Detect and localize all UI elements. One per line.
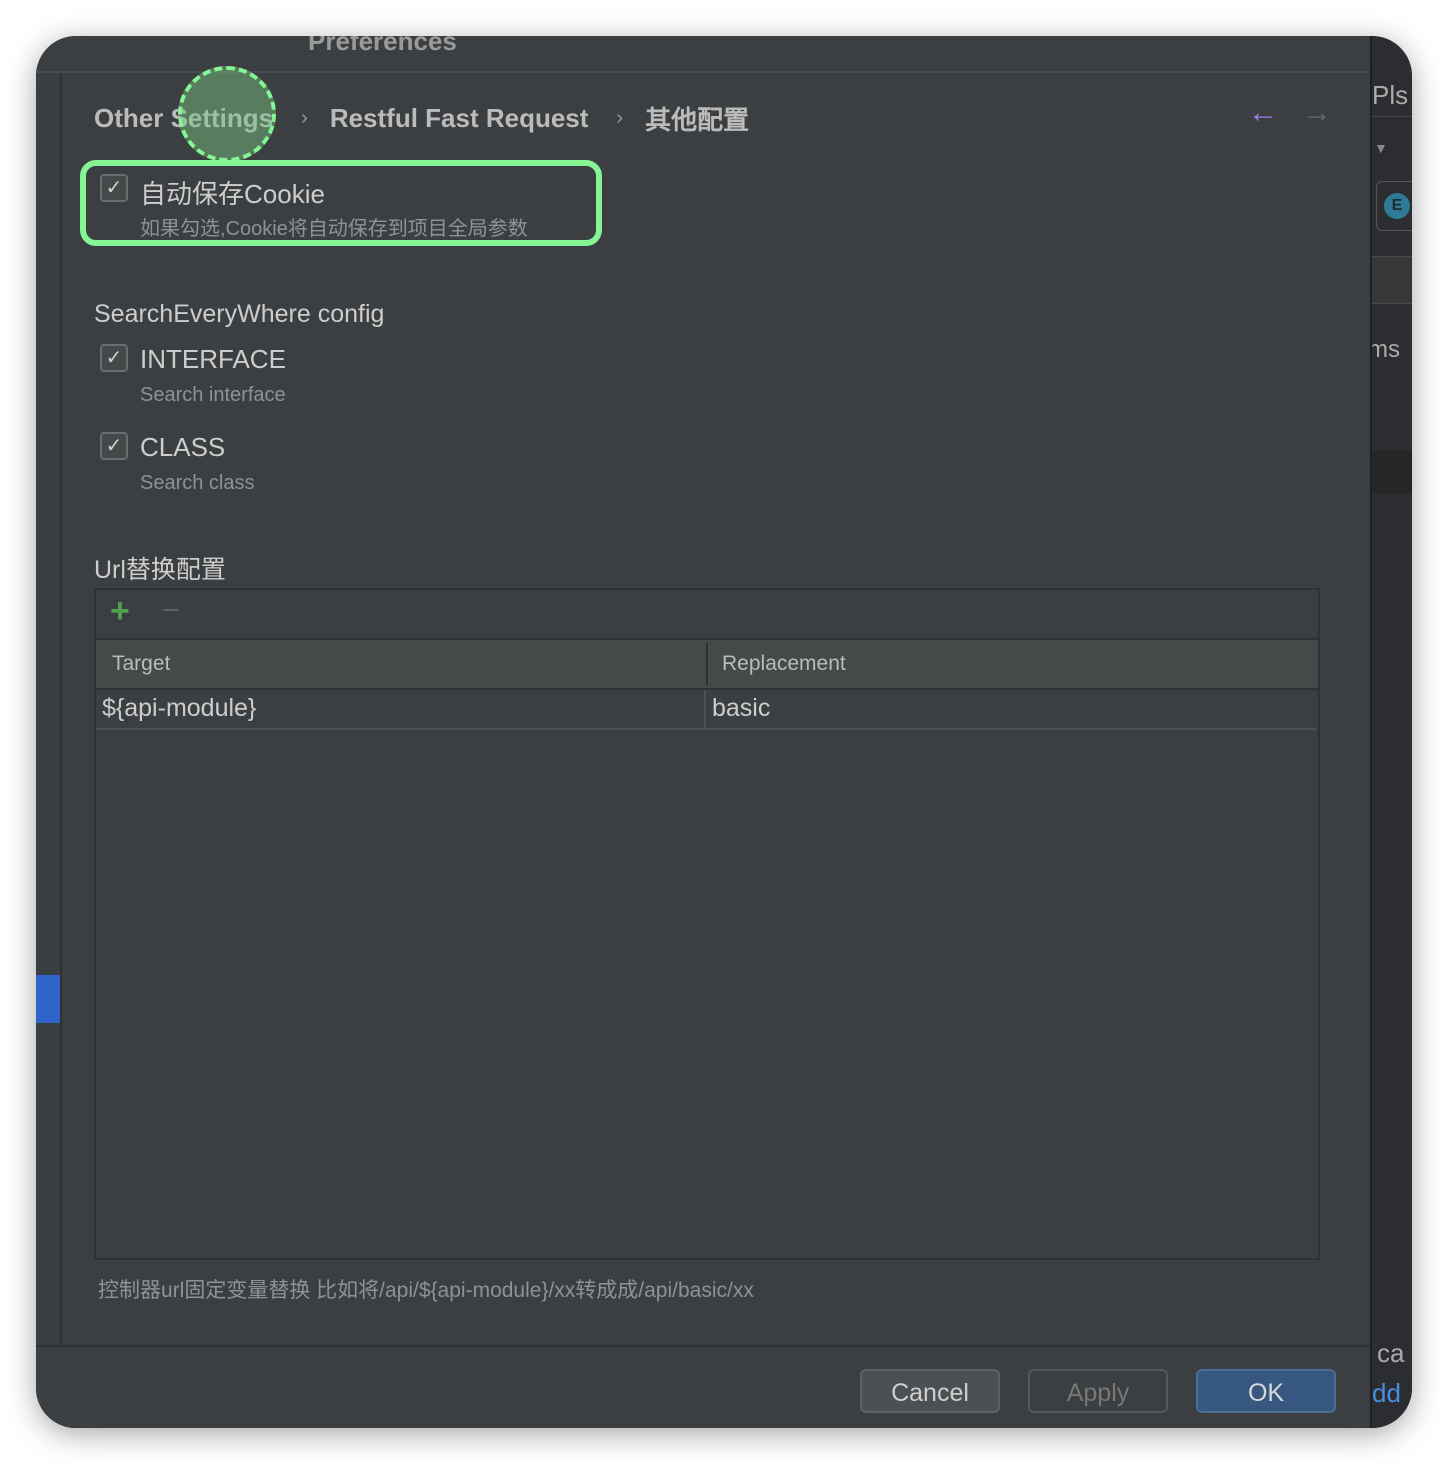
env-badge: E bbox=[1384, 193, 1410, 219]
url-replace-title: Url替换配置 bbox=[94, 556, 226, 584]
title-bar: Preferences bbox=[36, 36, 1370, 73]
interface-description: Search interface bbox=[140, 384, 286, 406]
url-replace-table: + − Target Replacement ${api-module} bas… bbox=[94, 588, 1320, 1260]
interface-label: INTERFACE bbox=[140, 344, 286, 374]
table-toolbar: + − bbox=[96, 590, 1318, 640]
bg-text-params: ms bbox=[1368, 336, 1400, 363]
class-description: Search class bbox=[140, 472, 255, 494]
arrow-left-icon[interactable]: ← bbox=[1248, 96, 1278, 130]
table-row[interactable]: ${api-module} basic bbox=[96, 690, 1316, 730]
dropdown-arrow-icon: ▼ bbox=[1374, 140, 1388, 156]
ok-button[interactable]: OK bbox=[1196, 1369, 1336, 1413]
class-checkbox[interactable]: ✓ bbox=[100, 432, 128, 460]
breadcrumb-item: 其他配置 bbox=[645, 105, 750, 135]
table-header: Target Replacement bbox=[96, 640, 1318, 690]
column-header-replacement[interactable]: Replacement bbox=[722, 652, 846, 676]
background-window: Pls ▼ E ms ca dd bbox=[1368, 36, 1412, 1428]
target-cell[interactable]: ${api-module} bbox=[102, 694, 256, 723]
interface-checkbox[interactable]: ✓ bbox=[100, 344, 128, 372]
breadcrumb-item[interactable]: Restful Fast Request bbox=[330, 103, 589, 134]
window-title: Preferences bbox=[308, 36, 457, 56]
breadcrumb-item[interactable]: Other Settings bbox=[94, 103, 273, 134]
cancel-button[interactable]: Cancel bbox=[860, 1369, 1000, 1413]
selected-tree-item[interactable] bbox=[36, 975, 60, 1023]
bg-text-apis: Pls bbox=[1372, 80, 1409, 110]
url-replace-note: 控制器url固定变量替换 比如将/api/${api-module}/xx转成成… bbox=[98, 1279, 754, 1302]
breadcrumb: Other Settings › Restful Fast Request › … bbox=[94, 100, 749, 137]
search-everywhere-title: SearchEveryWhere config bbox=[94, 300, 385, 328]
arrow-right-icon[interactable]: → bbox=[1302, 96, 1332, 130]
chevron-right-icon: › bbox=[616, 107, 624, 129]
replacement-cell[interactable]: basic bbox=[712, 694, 770, 723]
add-icon[interactable]: + bbox=[110, 592, 130, 631]
bg-link-add: dd bbox=[1372, 1378, 1401, 1408]
preferences-dialog: Preferences Other Settings › Restful Fas… bbox=[36, 36, 1372, 1428]
bg-text-cancel: ca bbox=[1377, 1338, 1405, 1368]
preferences-window: Pls ▼ E ms ca dd Preferences Other Setti… bbox=[36, 36, 1412, 1428]
column-header-target[interactable]: Target bbox=[112, 652, 170, 676]
settings-tree[interactable] bbox=[36, 73, 62, 1345]
auto-save-cookie-checkbox[interactable]: ✓ bbox=[100, 174, 128, 202]
dialog-footer: Cancel Apply OK bbox=[36, 1345, 1370, 1428]
auto-save-cookie-label: 自动保存Cookie bbox=[140, 179, 325, 209]
class-label: CLASS bbox=[140, 432, 226, 462]
chevron-right-icon: › bbox=[301, 107, 308, 129]
auto-save-cookie-description: 如果勾选,Cookie将自动保存到项目全局参数 bbox=[140, 218, 528, 240]
remove-icon[interactable]: − bbox=[162, 594, 180, 628]
apply-button[interactable]: Apply bbox=[1028, 1369, 1168, 1413]
